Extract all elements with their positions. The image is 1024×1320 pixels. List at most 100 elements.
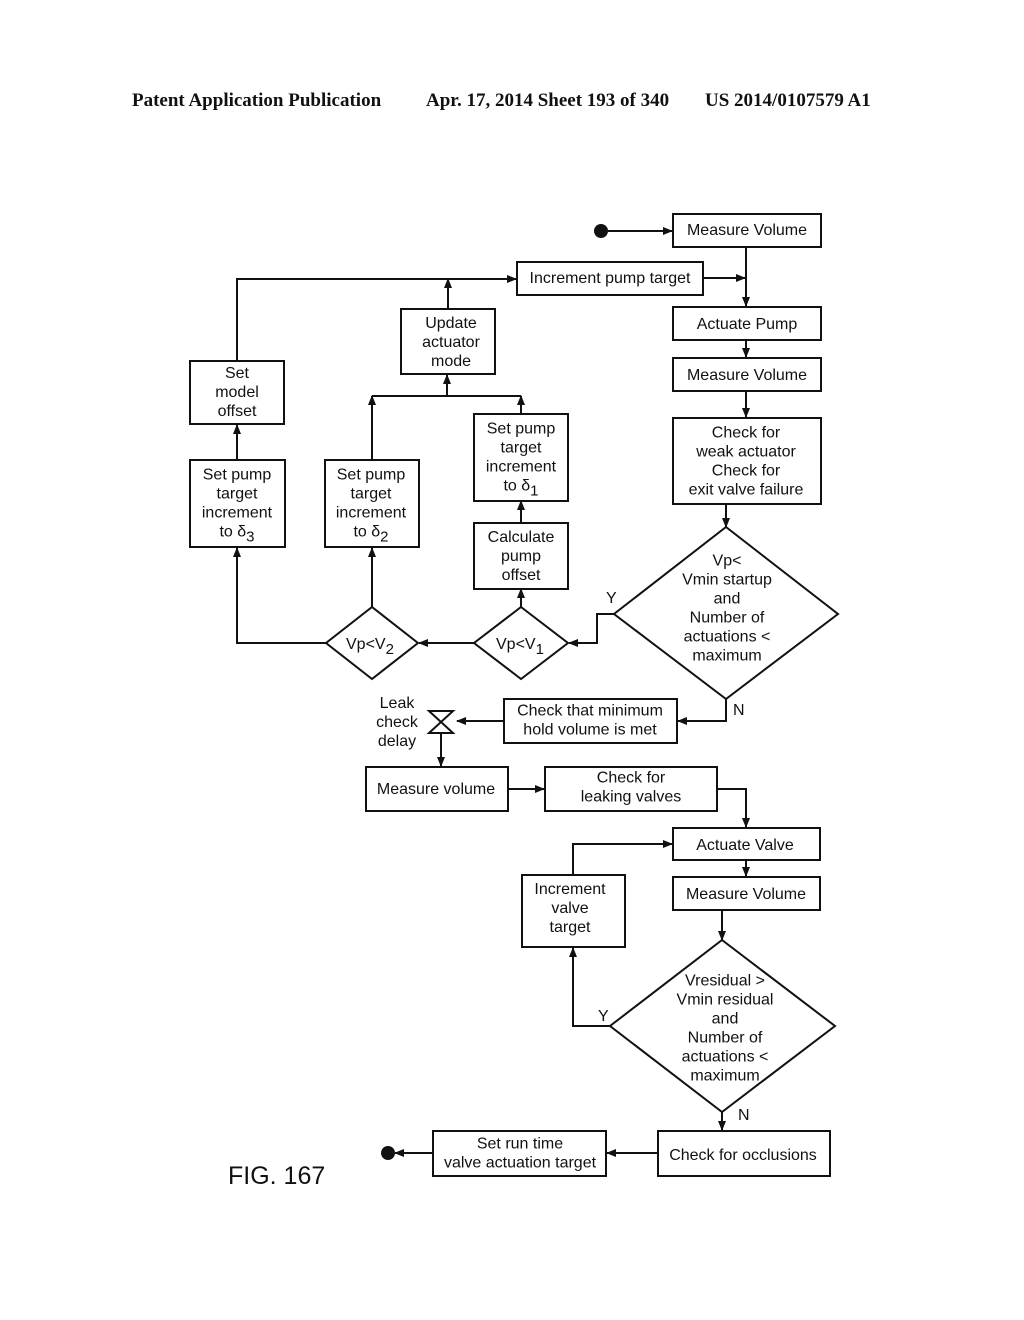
node-label-line: target — [550, 919, 591, 936]
node-label: Measure Volume — [687, 222, 807, 239]
edge-leak-actuate — [717, 788, 750, 828]
node-label-line: weak actuator — [695, 444, 796, 461]
node-label-line: to δ — [503, 478, 530, 495]
node-label-line: Check for — [597, 770, 666, 787]
subscript: 1 — [530, 483, 538, 500]
node-update-actuator-mode: Update actuator mode — [400, 308, 496, 375]
node-label-line: offset — [502, 567, 541, 584]
node-measure-volume-2: Measure Volume — [672, 357, 822, 392]
node-label: Measure volume — [377, 781, 495, 798]
node-label-line: and — [714, 591, 741, 608]
node-set-model-offset: Set model offset — [189, 360, 285, 425]
node-label-line: Measure Volume — [687, 222, 807, 239]
node-label-line: target — [501, 440, 542, 457]
node-set-increment-d2: Set pump target increment to δ2 — [324, 459, 420, 548]
label-residual-yes: Y — [598, 1008, 609, 1025]
node-label-line: Set — [225, 365, 250, 382]
node-label-line: Number of — [688, 1030, 763, 1047]
node-calculate-pump-offset: Calculate pump offset — [473, 522, 569, 590]
node-label-line: Vresidual > — [685, 973, 765, 990]
edge-startup-no — [677, 699, 727, 725]
subscript: 3 — [246, 529, 254, 546]
node-label-line: increment — [202, 505, 273, 522]
node-label-line: Set pump — [487, 421, 556, 438]
node-label-line: Leak — [380, 695, 416, 712]
decision-text: Vp<V — [496, 636, 536, 653]
node-label-line: maximum — [690, 1068, 759, 1085]
flowchart: Measure Volume Increment pump target Act… — [189, 213, 840, 1190]
node-label-line: actuations < — [682, 1049, 769, 1066]
node-label-line: Set pump — [203, 467, 272, 484]
node-label-line: to δ — [353, 524, 380, 541]
node-label-line: actuations < — [684, 629, 771, 646]
node-label: Measure Volume — [686, 886, 806, 903]
node-label-line: Check for — [712, 425, 781, 442]
edge-v2-d3 — [233, 547, 326, 644]
subscript: 2 — [386, 641, 394, 658]
node-label: Actuate Pump — [697, 316, 798, 333]
node-label-line: hold volume is met — [523, 722, 657, 739]
node-label-line: Set pump — [337, 467, 406, 484]
node-label-line: actuator — [422, 334, 480, 351]
node-actuate-valve: Actuate Valve — [672, 827, 821, 861]
node-label-line: Increment — [534, 881, 606, 898]
node-label-line: to δ — [219, 524, 246, 541]
node-label-line: Check that minimum — [517, 703, 663, 720]
node-actuate-pump: Actuate Pump — [672, 306, 822, 341]
delay-valve-icon — [426, 710, 456, 734]
node-label: Leak check delay — [376, 695, 419, 750]
node-set-increment-d1: Set pump target increment to δ1 — [473, 413, 569, 502]
node-label: Measure Volume — [687, 367, 807, 384]
node-label-line: Vp< — [713, 553, 742, 570]
node-increment-pump-target: Increment pump target — [516, 261, 704, 296]
node-label-line: target — [351, 486, 392, 503]
node-label: Increment pump target — [530, 270, 692, 287]
node-label-line: Increment pump target — [530, 270, 692, 287]
node-label-line: Check for — [712, 463, 781, 480]
node-label-line: Check for occlusions — [669, 1147, 817, 1164]
label-residual-no: N — [738, 1107, 750, 1124]
node-label-line: Measure volume — [377, 781, 495, 798]
node-increment-valve-target: Increment valve target — [521, 874, 626, 948]
node-label-line: check — [376, 714, 419, 731]
node-label-line: delay — [378, 733, 416, 750]
node-check-weak-actuator: Check for weak actuator Check for exit valv… — [672, 417, 822, 505]
node-label-line: maximum — [692, 648, 761, 665]
node-label-line: Set run time — [477, 1136, 563, 1153]
node-label-line: valve — [551, 900, 588, 917]
node-label-line: target — [217, 486, 258, 503]
node-check-occlusions: Check for occlusions — [657, 1130, 831, 1177]
node-label-line: model — [215, 384, 259, 401]
start-node — [594, 224, 608, 238]
node-label-line: Vmin startup — [682, 572, 772, 589]
node-label-line: Number of — [690, 610, 765, 627]
node-label-line: Vmin residual — [677, 992, 774, 1009]
node-label-line: mode — [431, 353, 471, 370]
figure-label: FIG. 167 — [228, 1162, 325, 1190]
node-label-line: Measure Volume — [687, 367, 807, 384]
node-set-run-time: Set run time valve actuation target — [432, 1130, 607, 1177]
node-check-min-hold: Check that minimum hold volume is met — [503, 698, 678, 744]
end-node — [381, 1146, 395, 1160]
node-check-leaking-valves: Check for leaking valves — [544, 766, 718, 812]
node-label: Check for occlusions — [669, 1147, 817, 1164]
node-label-line: and — [712, 1011, 739, 1028]
node-label-line: valve actuation target — [444, 1155, 597, 1172]
node-set-increment-d3: Set pump target increment to δ3 — [189, 459, 286, 548]
node-label-line: leaking valves — [581, 789, 682, 806]
node-label-line: increment — [336, 505, 407, 522]
node-label-line: Calculate — [488, 529, 555, 546]
node-measure-volume-3: Measure volume — [365, 766, 509, 812]
node-label-line: increment — [486, 459, 557, 476]
node-measure-volume-1: Measure Volume — [672, 213, 822, 248]
node-measure-volume-4: Measure Volume — [672, 876, 821, 911]
node-decision-startup: Vp< Vmin startup and Number of actuations < m… — [612, 525, 840, 701]
node-label-line: Update — [425, 315, 477, 332]
node-label-line: Actuate Valve — [696, 837, 794, 854]
label-startup-yes: Y — [606, 590, 617, 607]
label-startup-no: N — [733, 702, 745, 719]
node-label-line: Actuate Pump — [697, 316, 798, 333]
node-decision-residual: Vresidual > Vmin residual and Number of actu… — [608, 938, 837, 1114]
node-label-line: exit valve failure — [689, 482, 804, 499]
node-decision-v1: Vp<V1 — [472, 605, 570, 681]
